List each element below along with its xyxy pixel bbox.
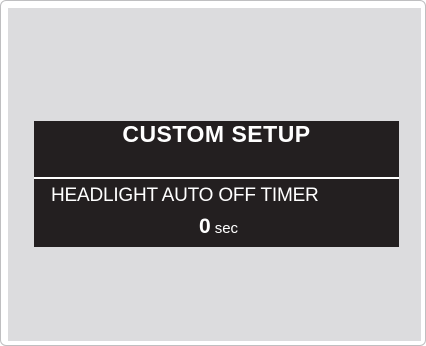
setting-unit: sec xyxy=(214,220,239,237)
screen-title: CUSTOM SETUP xyxy=(122,121,311,147)
instrument-display: CUSTOM SETUP HEADLIGHT AUTO OFF TIMER 0 … xyxy=(34,121,399,247)
setting-label: HEADLIGHT AUTO OFF TIMER xyxy=(51,185,319,206)
setting-value-row: 0 sec xyxy=(199,215,238,239)
title-row: CUSTOM SETUP xyxy=(34,121,399,176)
divider-line xyxy=(34,177,399,179)
setting-value: 0 xyxy=(199,215,211,238)
